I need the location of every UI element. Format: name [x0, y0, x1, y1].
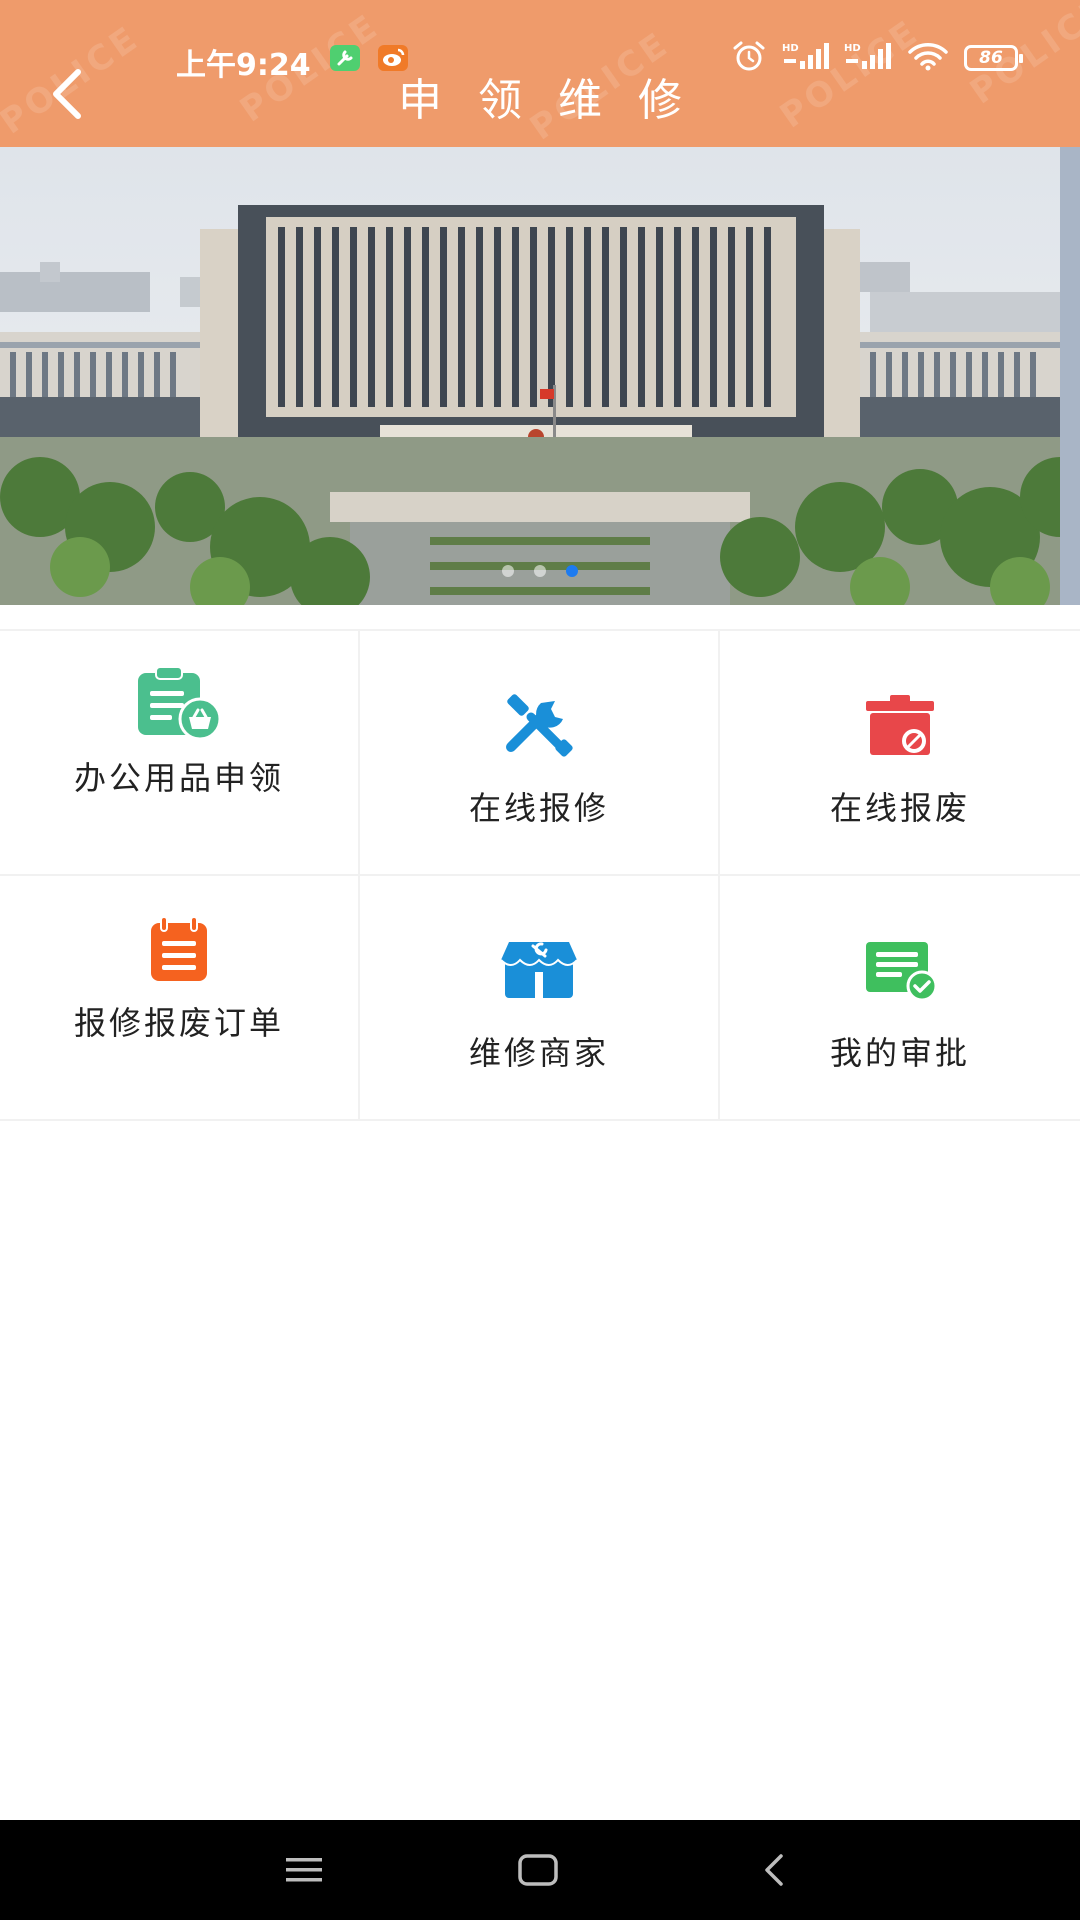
banner-carousel[interactable]	[0, 147, 1080, 605]
menu-item-label: 在线报废	[829, 789, 970, 827]
menu-icon[interactable]	[274, 1842, 334, 1898]
header-bar: POLICE POLICE POLICE POLICE POLICE 上午9:2…	[0, 0, 1080, 147]
menu-item-label: 报修报废订单	[73, 1004, 284, 1042]
menu-item-online-repair[interactable]: 在线报修	[360, 631, 720, 876]
menu-item-my-approvals[interactable]: 我的审批	[720, 876, 1080, 1121]
menu-item-label: 维修商家	[468, 1034, 609, 1072]
function-grid: 办公用品申领 在线报修 在线报废 报修报废订单 维修商家 我的审批	[0, 629, 1080, 1121]
approval-icon	[855, 932, 945, 1008]
menu-item-repair-vendors[interactable]: 维修商家	[360, 876, 720, 1121]
svg-text:HD: HD	[782, 43, 799, 54]
tools-icon	[494, 687, 584, 763]
carousel-dot[interactable]	[534, 565, 546, 577]
order-list-icon	[134, 912, 224, 988]
back-icon[interactable]	[744, 1842, 804, 1898]
system-navbar	[0, 1820, 1080, 1920]
government-building-photo	[0, 147, 1080, 605]
svg-text:HD: HD	[844, 43, 861, 54]
page-title: 申领维修	[398, 75, 718, 126]
menu-item-office-supplies[interactable]: 办公用品申领	[0, 631, 360, 876]
menu-item-label: 在线报修	[468, 789, 609, 827]
carousel-dot-active[interactable]	[566, 565, 578, 577]
repair-shop-icon	[494, 932, 584, 1008]
trash-icon	[855, 687, 945, 763]
clipboard-basket-icon	[134, 667, 224, 743]
menu-item-label: 办公用品申领	[73, 759, 284, 797]
menu-item-orders[interactable]: 报修报废订单	[0, 876, 360, 1121]
carousel-indicator	[0, 565, 1080, 577]
carousel-dot[interactable]	[502, 565, 514, 577]
home-icon[interactable]	[508, 1842, 568, 1898]
menu-item-online-scrap[interactable]: 在线报废	[720, 631, 1080, 876]
screen: POLICE POLICE POLICE POLICE POLICE 上午9:2…	[0, 0, 1080, 1920]
menu-item-label: 我的审批	[829, 1034, 970, 1072]
